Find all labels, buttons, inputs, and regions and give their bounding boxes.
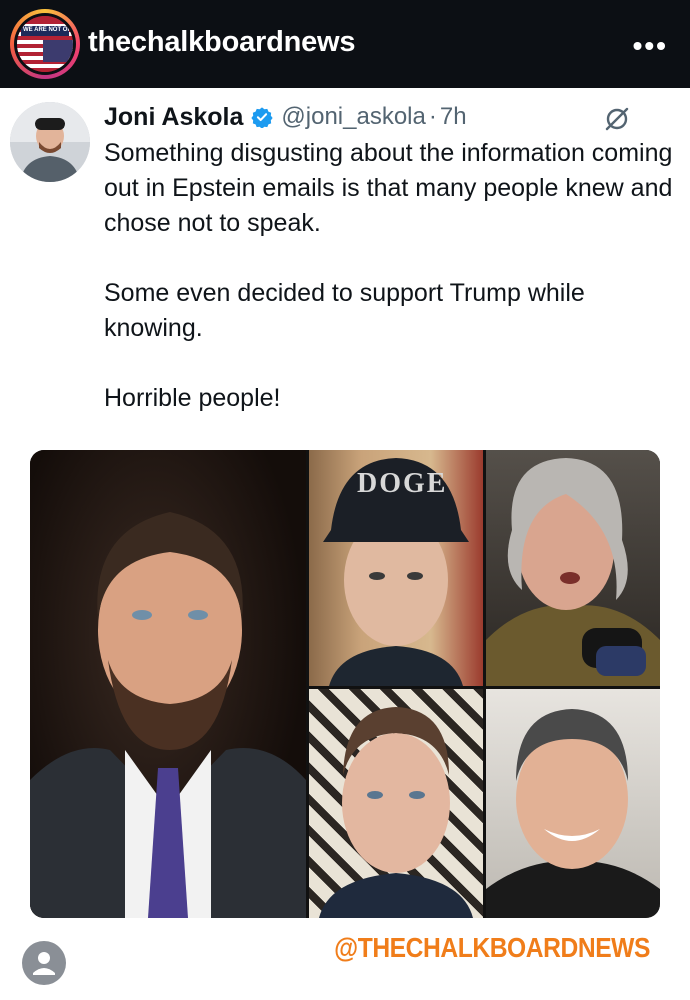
tweet-author-avatar[interactable]: [10, 102, 90, 182]
portrait-photo-top-middle: DOGE: [309, 450, 483, 686]
portrait-photo-large: [30, 450, 306, 918]
tweet-body: Something disgusting about the informati…: [104, 136, 674, 416]
account-username[interactable]: thechalkboardnews: [88, 26, 356, 59]
watermark-text: @THECHALKBOARDNEWS: [334, 932, 650, 963]
separator-dot: ·: [428, 103, 437, 130]
tweet-author-name[interactable]: Joni Askola: [104, 103, 243, 132]
avatar-badge-text: WE ARE NOT OK: [23, 27, 72, 33]
tweet-paragraph: Some even decided to support Trump while…: [104, 279, 585, 342]
tweet-paragraph: Something disgusting about the informati…: [104, 139, 673, 237]
cap-logo-text: DOGE: [357, 468, 448, 499]
instagram-header: WE ARE NOT OK thechalkboardnews •••: [0, 0, 690, 88]
tweet-paragraph: Horrible people!: [104, 384, 281, 412]
photo-collage[interactable]: DOGE: [30, 450, 660, 918]
portrait-photo-bottom-right: [486, 689, 660, 918]
flag-avatar-image: WE ARE NOT OK: [17, 16, 73, 72]
tweet-header: Joni Askola @joni_askola · 7h: [104, 100, 467, 134]
portrait-photo-top-right: [486, 450, 660, 686]
tweet-timestamp[interactable]: 7h: [440, 103, 467, 131]
tweet-author-handle[interactable]: @joni_askola: [281, 103, 425, 131]
more-options-icon[interactable]: •••: [633, 30, 668, 62]
portrait-photo-bottom-middle: [309, 689, 483, 918]
account-avatar[interactable]: WE ARE NOT OK: [10, 9, 80, 79]
tweet-card: Joni Askola @joni_askola · 7h Something …: [0, 88, 690, 428]
tagged-user-icon[interactable]: [22, 941, 66, 985]
verified-badge-icon: [251, 107, 274, 128]
grok-icon[interactable]: [604, 106, 630, 132]
